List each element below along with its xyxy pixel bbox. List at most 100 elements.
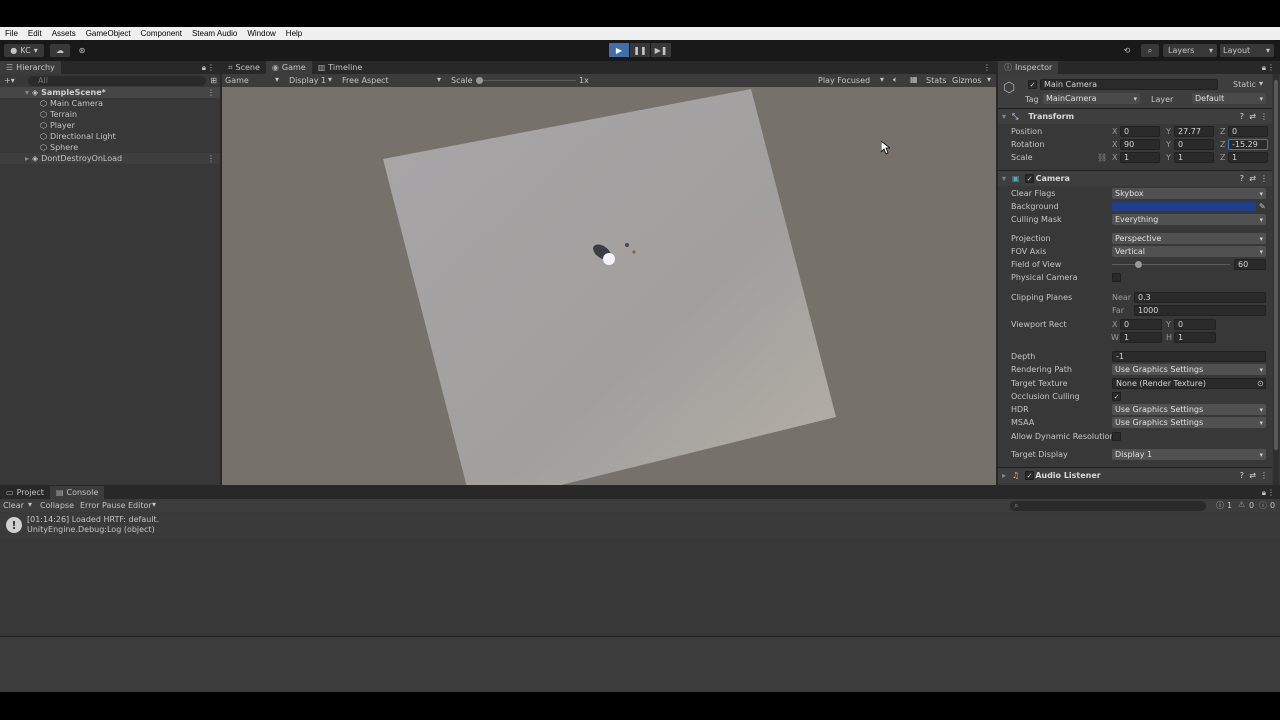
tab-timeline[interactable]: ▥ Timeline — [312, 61, 369, 74]
kebab-menu-icon[interactable]: ⋮ — [207, 63, 215, 72]
camera-enabled-checkbox[interactable]: ✓ — [1025, 174, 1034, 183]
occlusion-culling-checkbox[interactable]: ✓ — [1112, 392, 1121, 401]
position-y-field[interactable]: 27.77 — [1174, 126, 1214, 137]
lock-icon[interactable]: 🔒︎ — [202, 63, 206, 73]
dynamic-resolution-checkbox[interactable] — [1112, 432, 1121, 441]
rotation-z-field[interactable]: -15.29 — [1228, 139, 1268, 150]
kebab-menu-icon[interactable]: ⋮ — [1267, 488, 1275, 497]
menu-edit[interactable]: Edit — [23, 29, 47, 38]
display-dropdown[interactable]: Display 1 — [289, 76, 326, 85]
hierarchy-item-terrain[interactable]: ⬡ Terrain — [0, 109, 220, 120]
layers-dropdown[interactable]: Layers ▾ — [1163, 44, 1217, 57]
transform-header[interactable]: ▾ ⤡ Transform ? ⇄ ⋮ — [998, 108, 1272, 124]
error-pause-button[interactable]: Error Pause — [80, 501, 126, 510]
game-viewport[interactable] — [222, 87, 996, 485]
kebab-menu-icon[interactable]: ⋮ — [1260, 471, 1268, 480]
viewport-w-field[interactable]: 1 — [1120, 332, 1162, 343]
fov-field[interactable]: 60 — [1234, 259, 1266, 270]
background-color-swatch[interactable] — [1112, 202, 1256, 211]
hierarchy-search-input[interactable]: All — [28, 75, 206, 86]
pause-button[interactable]: ❚❚ — [630, 43, 650, 57]
play-button[interactable]: ▶ — [609, 43, 629, 57]
collapse-button[interactable]: Collapse — [40, 501, 74, 510]
audio-listener-header[interactable]: ▸ ♫ ✓ Audio Listener ? ⇄ ⋮ — [998, 467, 1272, 483]
help-icon[interactable]: ? — [1240, 471, 1244, 480]
layer-dropdown[interactable]: Default — [1192, 93, 1266, 104]
hdr-dropdown[interactable]: Use Graphics Settings — [1112, 404, 1266, 415]
scale-y-field[interactable]: 1 — [1174, 152, 1214, 163]
inspector-scrollbar[interactable] — [1273, 74, 1279, 485]
add-icon[interactable]: +▾ — [4, 76, 15, 85]
rendering-path-dropdown[interactable]: Use Graphics Settings — [1112, 364, 1266, 375]
editor-dropdown[interactable]: Editor — [128, 501, 152, 510]
chevron-down-icon[interactable]: ▾ — [28, 500, 32, 509]
error-count-icon[interactable]: ⓘ — [1259, 500, 1267, 511]
scale-slider[interactable] — [476, 80, 576, 81]
preset-icon[interactable]: ⇄ — [1249, 471, 1256, 480]
viewport-x-field[interactable]: 0 — [1120, 319, 1162, 330]
log-entry[interactable]: ! [01:14:26] Loaded HRTF: default. Unity… — [0, 513, 1280, 537]
view-dropdown[interactable]: Game — [225, 76, 249, 85]
gizmos-button[interactable]: Gizmos — [952, 76, 981, 85]
stats-button[interactable]: Stats — [926, 76, 946, 85]
eyedropper-icon[interactable]: ✎ — [1259, 202, 1266, 211]
menu-assets[interactable]: Assets — [47, 29, 81, 38]
console-search-input[interactable]: ⌕ — [1010, 501, 1206, 511]
tag-dropdown[interactable]: MainCamera — [1043, 93, 1140, 104]
viewport-y-field[interactable]: 0 — [1174, 319, 1216, 330]
fov-slider-handle[interactable] — [1134, 261, 1142, 268]
collab-icon[interactable]: ⊛ — [74, 44, 90, 57]
target-display-dropdown[interactable]: Display 1 — [1112, 449, 1266, 460]
tab-scene[interactable]: ⌗ Scene — [222, 61, 266, 74]
rotation-x-field[interactable]: 90 — [1120, 139, 1160, 150]
scale-x-field[interactable]: 1 — [1120, 152, 1160, 163]
aspect-dropdown[interactable]: Free Aspect — [342, 76, 389, 85]
hierarchy-item-directional-light[interactable]: ⬡ Directional Light — [0, 131, 220, 142]
kebab-menu-icon[interactable]: ⋮ — [1260, 174, 1268, 183]
lock-icon[interactable]: 🔒︎ — [1262, 488, 1266, 498]
viewport-h-field[interactable]: 1 — [1174, 332, 1216, 343]
clear-button[interactable]: Clear — [3, 501, 24, 510]
inspector-scrollbar-thumb[interactable] — [1274, 80, 1278, 450]
tab-hierarchy[interactable]: ☰ Hierarchy — [0, 61, 61, 74]
kebab-menu-icon[interactable]: ⋮ — [207, 154, 215, 163]
kebab-menu-icon[interactable]: ⋮ — [1267, 63, 1275, 72]
fov-slider[interactable] — [1112, 264, 1230, 265]
menu-component[interactable]: Component — [136, 29, 187, 38]
tab-game[interactable]: ◉ Game — [265, 61, 312, 74]
menu-window[interactable]: Window — [242, 29, 280, 38]
audio-icon[interactable]: 🔈︎ — [893, 75, 898, 85]
help-icon[interactable]: ? — [1240, 112, 1244, 121]
kebab-menu-icon[interactable]: ⋮ — [1260, 112, 1268, 121]
fov-axis-dropdown[interactable]: Vertical — [1112, 246, 1266, 257]
menu-help[interactable]: Help — [281, 29, 307, 38]
menu-steam-audio[interactable]: Steam Audio — [187, 29, 242, 38]
near-field[interactable]: 0.3 — [1134, 292, 1266, 303]
hierarchy-item-sphere[interactable]: ⬡ Sphere — [0, 142, 220, 153]
culling-mask-dropdown[interactable]: Everything — [1112, 214, 1266, 225]
filter-icon[interactable]: ⊞ — [210, 76, 217, 85]
hierarchy-item-main-camera[interactable]: ⬡ Main Camera — [0, 98, 220, 109]
position-z-field[interactable]: 0 — [1228, 126, 1268, 137]
search-icon[interactable]: ⌕ — [1141, 44, 1159, 57]
static-toggle[interactable]: Static — [1233, 80, 1256, 89]
menu-gameobject[interactable]: GameObject — [81, 29, 136, 38]
preset-icon[interactable]: ⇄ — [1249, 174, 1256, 183]
tab-inspector[interactable]: ⓘ Inspector — [998, 61, 1059, 74]
object-name-field[interactable]: Main Camera — [1040, 79, 1218, 90]
scene-row[interactable]: ▾ ◈ SampleScene* ⋮ — [0, 87, 220, 98]
layout-dropdown[interactable]: Layout ▾ — [1220, 44, 1274, 57]
warning-count-icon[interactable]: ⚠ — [1238, 500, 1245, 509]
lock-icon[interactable]: 🔒︎ — [1262, 63, 1266, 73]
physical-camera-checkbox[interactable] — [1112, 273, 1121, 282]
help-icon[interactable]: ? — [1240, 174, 1244, 183]
scale-z-field[interactable]: 1 — [1228, 152, 1268, 163]
tab-project[interactable]: ▭ Project — [0, 486, 50, 499]
history-icon[interactable]: ⟲ — [1119, 44, 1135, 57]
kebab-menu-icon[interactable]: ⋮ — [207, 88, 215, 97]
msaa-dropdown[interactable]: Use Graphics Settings — [1112, 417, 1266, 428]
active-checkbox[interactable]: ✓ — [1028, 80, 1037, 89]
position-x-field[interactable]: 0 — [1120, 126, 1160, 137]
far-field[interactable]: 1000 — [1134, 305, 1266, 316]
camera-header[interactable]: ▾ ▣ ✓ Camera ? ⇄ ⋮ — [998, 170, 1272, 186]
